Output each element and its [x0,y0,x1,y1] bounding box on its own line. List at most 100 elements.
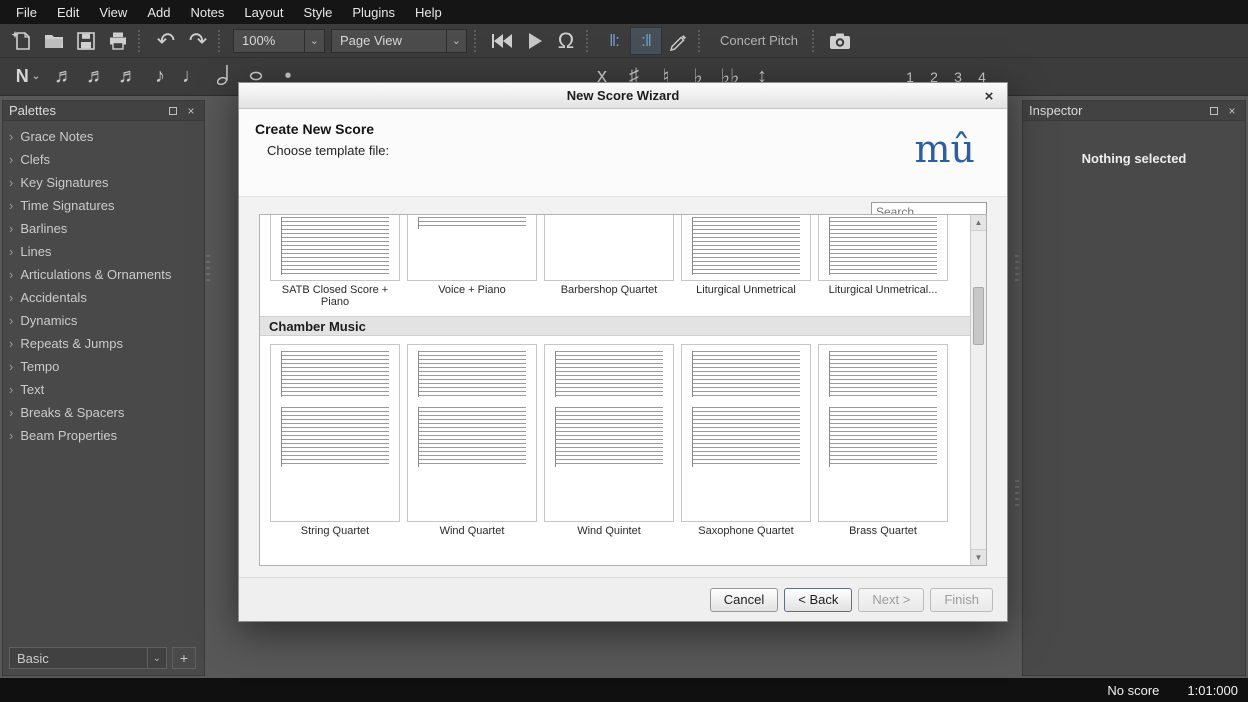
view-mode-value: Page View [340,33,402,48]
palette-item-breaks-spacers[interactable]: ›Breaks & Spacers [3,401,204,424]
print-icon [107,30,129,52]
palette-item-label: Dynamics [20,313,77,328]
open-button[interactable] [38,27,70,55]
note-16th-icon: ♬ [118,65,138,88]
note-input-label: N [16,66,29,87]
note-eighth-button[interactable]: ♪ [144,61,176,93]
palette-item-time-signatures[interactable]: ›Time Signatures [3,194,204,217]
palette-item-lines[interactable]: ›Lines [3,240,204,263]
play-icon [523,30,545,52]
dialog-title: New Score Wizard [567,88,680,103]
menu-add[interactable]: Add [137,1,180,24]
panel-splitter-grip[interactable] [206,255,210,285]
toolbar-separator [586,30,594,52]
scroll-up-icon[interactable]: ▲ [971,215,986,231]
note-quarter-button[interactable]: ♩ [176,61,208,93]
status-bar: No score 1:01:000 [0,678,1248,702]
menu-edit[interactable]: Edit [47,1,89,24]
menu-style[interactable]: Style [293,1,342,24]
menu-view[interactable]: View [89,1,137,24]
note-half-button[interactable] [208,61,240,93]
palette-item-dynamics[interactable]: ›Dynamics [3,309,204,332]
palette-item-text[interactable]: ›Text [3,378,204,401]
note-input-mode-button[interactable]: N ⌄ [8,61,48,93]
loop-playback-button[interactable]: Ω [550,27,582,55]
add-palette-button[interactable]: + [172,647,196,669]
note-32nd-button[interactable]: ♬ [80,61,112,93]
menu-help[interactable]: Help [405,1,452,24]
concert-pitch-toggle[interactable]: Concert Pitch [710,33,808,48]
scroll-down-icon[interactable]: ▼ [971,549,986,565]
loop-out-button[interactable]: :‖ [630,27,662,55]
template-card-liturgical-unmetrical-2[interactable]: Liturgical Unmetrical... [818,215,948,308]
chevron-right-icon: › [9,428,13,443]
template-card-liturgical-unmetrical[interactable]: Liturgical Unmetrical [681,215,811,308]
template-card-brass-quartet[interactable]: Brass Quartet [818,344,948,537]
open-folder-icon [43,30,65,52]
note-64th-icon: ♬ [54,65,74,88]
template-label: Voice + Piano [407,284,537,296]
template-thumbnail [818,344,948,522]
new-score-icon [11,30,33,52]
redo-button[interactable]: ↷ [182,27,214,55]
palette-item-grace-notes[interactable]: ›Grace Notes [3,125,204,148]
template-card-barbershop-quartet[interactable]: Barbershop Quartet [544,215,674,308]
template-card-voice-piano[interactable]: Voice + Piano [407,215,537,308]
palette-item-accidentals[interactable]: ›Accidentals [3,286,204,309]
undo-icon: ↶ [157,30,175,52]
template-card-saxophone-quartet[interactable]: Saxophone Quartet [681,344,811,537]
template-scrollbar[interactable]: ▲ ▼ [970,215,986,565]
palette-item-key-signatures[interactable]: ›Key Signatures [3,171,204,194]
view-mode-select[interactable]: Page View ⌄ [331,29,467,53]
float-panel-icon[interactable] [166,104,180,118]
template-card-wind-quintet[interactable]: Wind Quintet [544,344,674,537]
rewind-button[interactable] [486,27,518,55]
loop-in-icon: ‖: [609,31,619,51]
play-button[interactable] [518,27,550,55]
undo-button[interactable]: ↶ [150,27,182,55]
finish-button[interactable]: Finish [930,588,993,612]
chamber-template-row: String Quartet Wind Quartet Wind Quintet… [260,344,970,537]
cancel-button[interactable]: Cancel [710,588,778,612]
note-64th-button[interactable]: ♬ [48,61,80,93]
image-capture-button[interactable] [824,27,856,55]
template-card-satb-piano[interactable]: SATB Closed Score + Piano [270,215,400,308]
palettes-header: Palettes × [3,101,204,121]
menu-layout[interactable]: Layout [234,1,293,24]
scrollbar-thumb[interactable] [973,287,984,345]
dialog-titlebar[interactable]: New Score Wizard × [239,83,1007,109]
panel-splitter-grip[interactable] [1015,480,1019,510]
loop-in-button[interactable]: ‖: [598,27,630,55]
section-header-chamber-music: Chamber Music [260,316,970,336]
save-button[interactable] [70,27,102,55]
redo-icon: ↷ [189,30,207,52]
metronome-button[interactable] [662,27,694,55]
note-16th-button[interactable]: ♬ [112,61,144,93]
palette-preset-select[interactable]: Basic ⌄ [9,647,167,669]
next-button[interactable]: Next > [858,588,924,612]
menu-plugins[interactable]: Plugins [342,1,405,24]
zoom-select[interactable]: 100% ⌄ [233,29,325,53]
dialog-head: Create New Score Choose template file: m… [239,109,1007,197]
menu-notes[interactable]: Notes [180,1,234,24]
float-panel-icon[interactable] [1207,104,1221,118]
new-score-button[interactable] [6,27,38,55]
panel-splitter-grip[interactable] [1015,255,1019,285]
close-icon[interactable]: × [980,87,998,105]
template-card-wind-quartet[interactable]: Wind Quartet [407,344,537,537]
back-button[interactable]: < Back [784,588,852,612]
palette-item-tempo[interactable]: ›Tempo [3,355,204,378]
chevron-right-icon: › [9,359,13,374]
menu-file[interactable]: File [6,1,47,24]
palette-item-barlines[interactable]: ›Barlines [3,217,204,240]
close-icon[interactable]: × [1225,104,1239,118]
print-button[interactable] [102,27,134,55]
template-card-string-quartet[interactable]: String Quartet [270,344,400,537]
vocal-template-row: SATB Closed Score + Piano Voice + Piano … [260,215,970,308]
palette-item-beam-properties[interactable]: ›Beam Properties [3,424,204,447]
palette-item-articulations[interactable]: ›Articulations & Ornaments [3,263,204,286]
palette-item-repeats-jumps[interactable]: ›Repeats & Jumps [3,332,204,355]
loop-out-icon: :‖ [641,31,651,51]
close-icon[interactable]: × [184,104,198,118]
palette-item-clefs[interactable]: ›Clefs [3,148,204,171]
